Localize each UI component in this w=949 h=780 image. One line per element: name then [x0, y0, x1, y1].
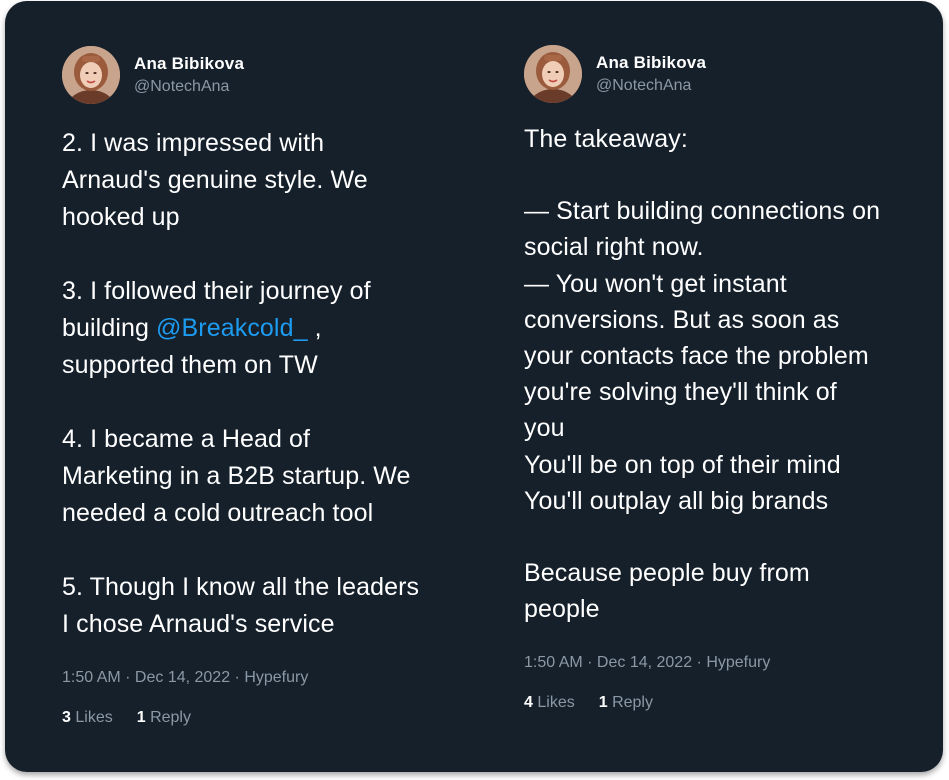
avatar-image	[524, 45, 582, 103]
text-line: 2. I was impressed with	[62, 129, 325, 157]
text-line: conversions. But as soon as	[524, 305, 840, 334]
text-line: 3. I followed their journey of	[62, 277, 371, 305]
avatar-image	[62, 46, 120, 104]
text-line: The takeaway:	[524, 125, 688, 153]
avatar[interactable]	[524, 45, 582, 103]
text-line: Marketing in a B2B startup. We	[62, 462, 411, 490]
text-line: hooked up	[62, 203, 180, 231]
text-line: supported them on TW	[62, 351, 318, 379]
tweet-text: 2. I was impressed with Arnaud's genuine…	[62, 125, 482, 643]
tweet-paragraph: — Start building connections on social r…	[524, 193, 934, 519]
text-line: I chose Arnaud's service	[62, 610, 335, 638]
text-line: You'll be on top of their mind	[524, 450, 841, 479]
author-name[interactable]: Ana Bibikova	[596, 52, 706, 73]
mention-link[interactable]: @Breakcold_	[156, 314, 308, 342]
tweet-text: The takeaway: — Start building connectio…	[524, 121, 934, 627]
tweet-header: Ana Bibikova @NotechAna	[524, 44, 934, 104]
author-handle[interactable]: @NotechAna	[134, 77, 244, 97]
tweet-screenshot-card: Ana Bibikova @NotechAna 2. I was impress…	[5, 1, 943, 772]
author-handle[interactable]: @NotechAna	[596, 76, 706, 96]
replies-label: Reply	[612, 694, 653, 712]
tweet-header: Ana Bibikova @NotechAna	[62, 45, 482, 105]
text-line: Arnaud's genuine style. We	[62, 166, 368, 194]
text-line: 4. I became a Head of	[62, 425, 311, 453]
text-line: needed a cold outreach tool	[62, 499, 374, 527]
text-line: 5. Though I know all the leaders	[62, 573, 420, 601]
text-line: social right now.	[524, 233, 704, 262]
tweet-paragraph: Because people buy from people	[524, 555, 934, 627]
author-info: Ana Bibikova @NotechAna	[134, 53, 244, 96]
tweet-paragraph: 4. I became a Head of Marketing in a B2B…	[62, 421, 482, 532]
tweet-stats: 4 Likes 1 Reply	[524, 694, 934, 712]
tweet: Ana Bibikova @NotechAna The takeaway: — …	[524, 44, 934, 712]
text-line: people	[524, 595, 600, 624]
text-line-suffix: ,	[307, 314, 322, 342]
likes-stat[interactable]: 4 Likes	[524, 694, 575, 712]
replies-label: Reply	[150, 709, 191, 726]
tweet-timestamp[interactable]: 1:50 AM · Dec 14, 2022 · Hypefury	[62, 669, 482, 687]
tweet-paragraph: The takeaway:	[524, 121, 934, 157]
text-line: you're solving they'll think of	[524, 378, 837, 407]
text-line: your contacts face the problem	[524, 342, 869, 371]
tweet-paragraph: 2. I was impressed with Arnaud's genuine…	[62, 125, 482, 236]
tweet-stats: 3 Likes 1 Reply	[62, 709, 482, 727]
text-line-prefix: building	[62, 314, 157, 342]
replies-stat[interactable]: 1 Reply	[137, 709, 191, 727]
text-line: You'll outplay all big brands	[524, 486, 829, 515]
avatar[interactable]	[62, 46, 120, 104]
tweet-paragraph: 5. Though I know all the leaders I chose…	[62, 569, 482, 643]
likes-label: Likes	[537, 694, 575, 712]
replies-count: 1	[598, 694, 608, 712]
replies-count: 1	[136, 709, 146, 726]
text-line: — Start building connections on	[524, 197, 881, 226]
tweet: Ana Bibikova @NotechAna 2. I was impress…	[62, 45, 482, 727]
text-line: — You won't get instant	[524, 269, 787, 298]
likes-count: 3	[62, 709, 71, 726]
replies-stat[interactable]: 1 Reply	[599, 694, 653, 712]
text-line: you	[524, 414, 565, 443]
author-info: Ana Bibikova @NotechAna	[596, 52, 706, 95]
likes-label: Likes	[75, 709, 113, 726]
author-name[interactable]: Ana Bibikova	[134, 53, 244, 74]
likes-count: 4	[524, 694, 533, 712]
text-line: Because people buy from	[524, 559, 810, 588]
tweet-timestamp[interactable]: 1:50 AM · Dec 14, 2022 · Hypefury	[524, 654, 934, 672]
likes-stat[interactable]: 3 Likes	[62, 709, 113, 727]
tweet-paragraph: 3. I followed their journey of building …	[62, 273, 482, 384]
